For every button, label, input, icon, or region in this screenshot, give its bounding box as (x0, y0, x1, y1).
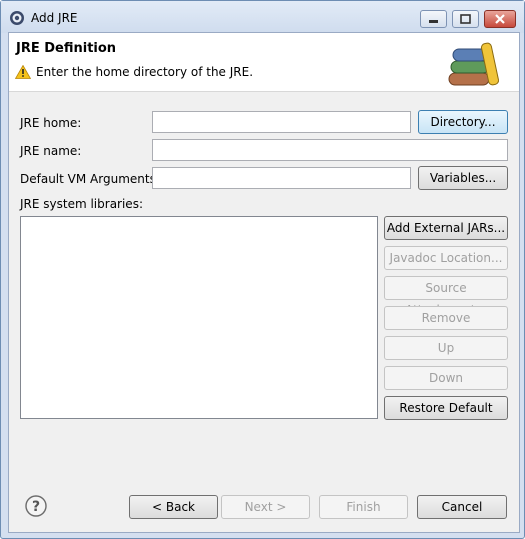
directory-button[interactable]: Directory... (418, 110, 508, 134)
back-button[interactable]: < Back (129, 495, 218, 519)
jre-library-books-icon (448, 42, 500, 86)
add-jre-window: Add JRE JRE Definition Enter the home di… (0, 0, 525, 539)
eclipse-gear-icon (10, 11, 24, 25)
maximize-icon (460, 14, 471, 24)
warning-icon (15, 65, 31, 79)
jre-name-input[interactable] (152, 139, 508, 161)
minimize-button[interactable] (420, 10, 447, 28)
header-message: Enter the home directory of the JRE. (36, 65, 254, 79)
dialog-content: JRE Definition Enter the home directory … (8, 32, 520, 533)
source-attachment-button[interactable]: Source Attachment... (384, 276, 508, 317)
wizard-header: JRE Definition Enter the home directory … (9, 33, 519, 92)
restore-default-button[interactable]: Restore Default (384, 396, 508, 420)
down-button[interactable]: Down (384, 366, 508, 390)
window-title: Add JRE (31, 11, 78, 25)
close-button[interactable] (484, 10, 516, 28)
vm-args-label: Default VM Arguments: (20, 172, 160, 186)
variables-button[interactable]: Variables... (418, 166, 508, 190)
jre-name-label: JRE name: (20, 144, 82, 158)
jre-home-input[interactable] (152, 111, 411, 133)
page-title: JRE Definition (16, 41, 117, 56)
javadoc-location-button[interactable]: Javadoc Location... (384, 246, 508, 270)
up-button[interactable]: Up (384, 336, 508, 360)
help-icon[interactable]: ? (25, 495, 47, 517)
minimize-icon (429, 20, 438, 23)
cancel-button[interactable]: Cancel (417, 495, 507, 519)
jre-libraries-list[interactable] (20, 216, 378, 419)
add-external-jars-button[interactable]: Add External JARs... (384, 216, 508, 240)
maximize-button[interactable] (452, 10, 479, 28)
next-button[interactable]: Next > (221, 495, 310, 519)
close-icon (495, 14, 505, 24)
svg-text:?: ? (32, 499, 40, 515)
remove-button[interactable]: Remove (384, 306, 508, 330)
title-bar[interactable]: Add JRE (1, 1, 524, 33)
jre-libraries-label: JRE system libraries: (20, 197, 143, 211)
vm-args-input[interactable] (152, 167, 411, 189)
finish-button[interactable]: Finish (319, 495, 408, 519)
jre-home-label: JRE home: (20, 116, 82, 130)
